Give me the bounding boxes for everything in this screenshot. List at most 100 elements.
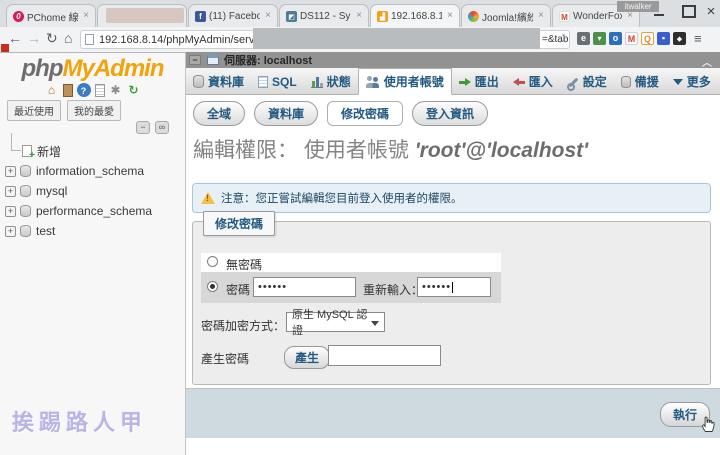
tab-sql[interactable]: SQL [251,68,304,95]
browser-tab-censored[interactable] [97,4,187,27]
extension-icon[interactable] [593,32,606,45]
tab-import[interactable]: 匯入 [506,68,560,95]
database-tree: 新增 information_schema mysql performance_… [0,133,185,241]
qnap-extension-icon[interactable] [641,32,654,45]
form-footer-bar: 執行 [186,388,720,438]
extension-icon[interactable] [673,32,686,45]
sidebar-panel-buttons: 最近使用 我的最愛 [7,100,121,121]
recent-tables-button[interactable]: 最近使用 [7,100,61,121]
home-icon[interactable] [45,83,59,97]
sidebar-collapse-icon[interactable] [189,55,201,65]
users-icon [365,75,380,88]
expand-icon[interactable] [5,205,16,217]
generate-button[interactable]: 產生 [284,346,331,369]
subtab-login-info[interactable]: 登入資訊 [412,100,489,126]
tab-replication[interactable]: 備援 [614,68,666,95]
tab-title: 192.168.8.1 [391,10,442,22]
tab-close-icon[interactable] [536,11,546,21]
tab-export[interactable]: 匯出 [452,68,506,95]
browser-tab-phpmyadmin-active[interactable]: 192.168.8.1 [370,4,460,27]
password-row: 密碼 •••••• 重新輸入： •••••• [201,272,501,303]
expand-icon[interactable] [5,225,16,237]
tab-user-accounts[interactable]: 使用者帳號 [357,68,452,95]
browser-tabstrip: PChome 線 (11) Facebo DS112 - Sy 192.168.… [0,0,720,27]
bookmark-star-icon[interactable] [557,31,569,47]
browser-tab-ds112[interactable]: DS112 - Sy [279,4,369,27]
help-icon[interactable] [76,83,91,97]
tree-item-mysql[interactable]: mysql [0,181,185,201]
scroll-top-icon[interactable] [702,54,712,69]
server-breadcrumb-bar: 伺服器: localhost [186,52,720,68]
window-maximize-button[interactable] [678,3,700,19]
settings-gear-icon[interactable] [109,83,123,97]
tab-label: SQL [272,74,297,89]
pma-sidebar: phpMyAdmin 最近使用 我的最愛 新增 [0,53,186,455]
sql-page-icon [258,75,269,88]
new-database-icon [22,145,35,161]
gmail-extension-icon[interactable] [625,32,638,45]
browser-tab-joomla[interactable]: Joomla!繽紛 [461,4,551,27]
link-databases-button[interactable] [155,121,169,134]
reload-icon[interactable]: ↻ [46,30,58,47]
warning-icon [201,192,215,204]
browser-tab-pchome[interactable]: PChome 線 [6,4,96,27]
heading-prefix: 編輯權限： [193,139,298,162]
no-password-radio[interactable] [207,256,218,267]
subtab-change-password[interactable]: 修改密碼 [327,100,404,126]
tab-more[interactable]: 更多 [666,68,718,95]
synology-favicon [286,10,297,22]
retype-password-input[interactable]: •••••• [417,277,491,297]
tree-item-information-schema[interactable]: information_schema [0,161,185,181]
hashing-select[interactable]: 原生 MySQL 認證 [286,309,385,337]
retype-label: 重新輸入： [363,283,424,297]
extension-icon[interactable] [609,32,622,45]
censored-region [253,28,540,49]
page-title: 編輯權限： 使用者帳號 'root'@'localhost' [193,134,588,164]
tab-label: 匯出 [474,75,499,89]
expand-icon[interactable] [5,185,16,197]
expand-icon[interactable] [5,165,16,177]
logout-icon[interactable] [62,84,73,97]
home-icon[interactable]: ⌂ [64,30,72,46]
tree-item-label: test [36,224,56,238]
tab-title: Joomla!繽紛 [482,12,533,24]
password-input[interactable]: •••••• [253,277,356,297]
tab-close-icon[interactable] [445,11,455,21]
import-arrow-icon [512,76,525,88]
database-icon [20,165,31,177]
tree-item-test[interactable]: test [0,221,185,241]
tree-item-performance-schema[interactable]: performance_schema [0,201,185,221]
chrome-menu-icon[interactable] [694,31,702,46]
tab-status[interactable]: 狀態 [304,68,358,95]
tab-close-icon[interactable] [263,11,273,21]
tree-tools [136,121,169,134]
collapse-all-button[interactable] [136,121,150,134]
forward-icon[interactable]: → [27,30,41,46]
tab-close-icon[interactable] [354,11,364,21]
tab-title: (11) Facebo [209,10,260,22]
refresh-icon[interactable] [127,83,141,97]
tab-close-icon[interactable] [625,11,635,21]
evernote-extension-icon[interactable] [577,32,590,45]
browser-tab-facebook[interactable]: (11) Facebo [188,4,278,27]
password-radio[interactable] [207,281,218,292]
logo-php-text: php [21,55,64,82]
tab-settings[interactable]: 設定 [560,68,614,95]
subtab-global[interactable]: 全域 [193,100,246,126]
server-label[interactable]: 伺服器: localhost [224,52,312,68]
mouse-cursor-hand [701,415,716,438]
phpmyadmin-logo[interactable]: phpMyAdmin [0,55,185,83]
fieldset-legend: 修改密碼 [203,211,276,236]
docs-icon[interactable] [94,84,105,97]
back-icon[interactable]: ← [8,30,22,46]
tab-close-icon[interactable] [81,11,91,21]
window-close-button[interactable] [702,3,720,19]
tree-item-new[interactable]: 新增 [0,133,185,161]
extension-icon[interactable] [657,32,670,45]
tab-databases[interactable]: 資料庫 [186,68,251,95]
favorites-button[interactable]: 我的最愛 [67,100,121,121]
generated-password-input[interactable] [328,345,441,366]
database-icon [20,185,31,197]
subtab-database[interactable]: 資料庫 [254,100,319,126]
heading-account: 'root'@'localhost' [414,139,589,162]
